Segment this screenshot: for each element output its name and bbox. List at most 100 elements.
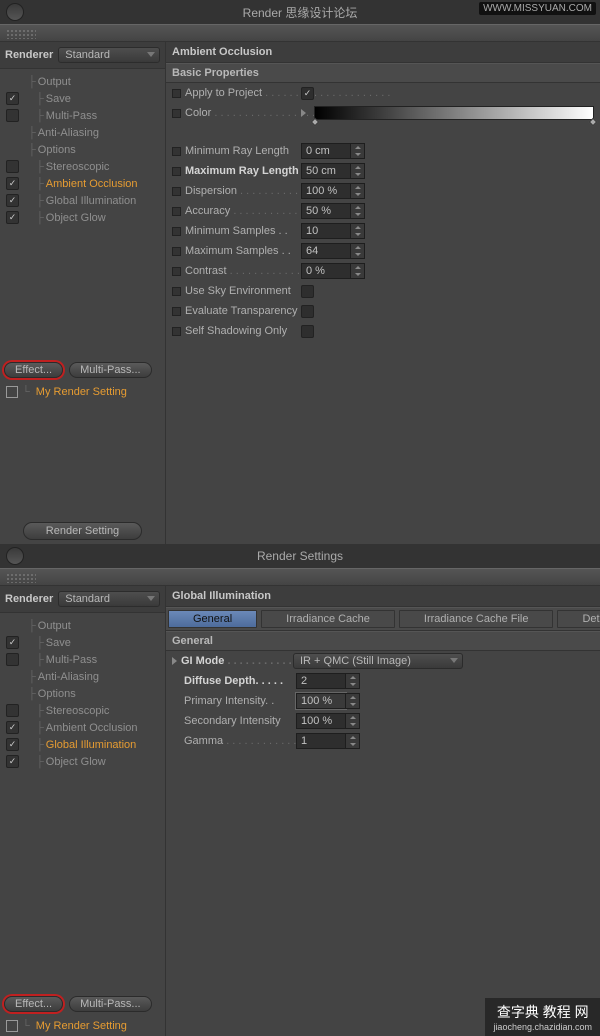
multipass-button[interactable]: Multi-Pass...	[69, 996, 152, 1012]
content: Global Illumination GeneralIrradiance Ca…	[165, 586, 600, 1036]
spinner-arrows[interactable]	[351, 143, 365, 159]
tree-row[interactable]: ├Object Glow	[2, 209, 163, 226]
eval-trans-checkbox[interactable]	[301, 305, 314, 318]
tree-checkbox[interactable]	[6, 738, 19, 751]
max-ray-input[interactable]	[301, 163, 351, 179]
tree-row[interactable]: ├Object Glow	[2, 753, 163, 770]
tree-row[interactable]: ├Options	[2, 685, 163, 702]
tree-label: Global Illumination	[46, 195, 137, 207]
secondary-intensity-input[interactable]	[296, 713, 346, 729]
preset-row[interactable]: └ My Render Setting	[0, 1016, 165, 1036]
chevron-down-icon	[450, 658, 458, 663]
tree-row[interactable]: ├Multi-Pass	[2, 651, 163, 668]
spinner-arrows[interactable]	[351, 183, 365, 199]
dispersion-input[interactable]	[301, 183, 351, 199]
tree-row[interactable]: ├Stereoscopic	[2, 158, 163, 175]
spinner-arrows[interactable]	[346, 733, 360, 749]
contrast-input[interactable]	[301, 263, 351, 279]
branding-text: WWW.MISSYUAN.COM	[479, 2, 596, 15]
renderer-select[interactable]: Standard	[58, 591, 160, 607]
use-sky-checkbox[interactable]	[301, 285, 314, 298]
gamma-input[interactable]	[296, 733, 346, 749]
tree-row[interactable]: ├Output	[2, 73, 163, 90]
renderer-select[interactable]: Standard	[58, 47, 160, 63]
content: Ambient Occlusion Basic Properties Apply…	[165, 42, 600, 546]
tab-details[interactable]: Details	[557, 610, 600, 628]
tree-label: Multi-Pass	[46, 654, 97, 666]
param-toggle[interactable]	[172, 207, 181, 216]
gi-mode-select[interactable]: IR + QMC (Still Image)	[293, 653, 463, 669]
param-toggle[interactable]	[172, 167, 181, 176]
tree-checkbox[interactable]	[6, 194, 19, 207]
tab-irradiance-cache[interactable]: Irradiance Cache	[261, 610, 395, 628]
eval-trans-label: Evaluate Transparency	[185, 305, 301, 317]
tree-checkbox[interactable]	[6, 211, 19, 224]
tree-checkbox[interactable]	[6, 92, 19, 105]
tree-row[interactable]: ├Global Illumination	[2, 192, 163, 209]
tree-row[interactable]: ├Global Illumination	[2, 736, 163, 753]
spinner-arrows[interactable]	[346, 673, 360, 689]
tree-row[interactable]: ├Save	[2, 634, 163, 651]
app-icon	[6, 3, 24, 21]
gripbar[interactable]	[0, 24, 600, 42]
tree-label: Output	[38, 76, 71, 88]
effect-button[interactable]: Effect...	[4, 362, 63, 378]
param-toggle[interactable]	[172, 187, 181, 196]
preset-icon	[6, 386, 18, 398]
tree-row[interactable]: ├Anti-Aliasing	[2, 124, 163, 141]
tree-label: Ambient Occlusion	[46, 722, 138, 734]
min-ray-input[interactable]	[301, 143, 351, 159]
tree-checkbox[interactable]	[6, 755, 19, 768]
param-toggle[interactable]	[172, 327, 181, 336]
param-toggle[interactable]	[172, 247, 181, 256]
self-shadow-label: Self Shadowing Only	[185, 325, 301, 337]
tree-row[interactable]: ├Stereoscopic	[2, 702, 163, 719]
tree-checkbox[interactable]	[6, 109, 19, 122]
spinner-arrows[interactable]	[351, 163, 365, 179]
tree-row[interactable]: ├Options	[2, 141, 163, 158]
tree-row[interactable]: ├Ambient Occlusion	[2, 175, 163, 192]
spinner-arrows[interactable]	[346, 693, 360, 709]
tree-checkbox[interactable]	[6, 177, 19, 190]
tree-checkbox[interactable]	[6, 721, 19, 734]
accuracy-input[interactable]	[301, 203, 351, 219]
param-toggle[interactable]	[172, 287, 181, 296]
apply-to-project-checkbox[interactable]	[301, 87, 314, 100]
gripbar[interactable]	[0, 568, 600, 586]
spinner-arrows[interactable]	[351, 263, 365, 279]
param-toggle[interactable]	[172, 109, 181, 118]
gamma-label: Gamma	[184, 735, 296, 747]
min-samples-input[interactable]	[301, 223, 351, 239]
color-gradient[interactable]	[314, 106, 594, 120]
render-setting-button[interactable]: Render Setting	[23, 522, 142, 540]
tree-checkbox[interactable]	[6, 636, 19, 649]
spinner-arrows[interactable]	[351, 223, 365, 239]
expander-icon[interactable]	[172, 657, 177, 665]
spinner-arrows[interactable]	[351, 203, 365, 219]
tree-checkbox[interactable]	[6, 653, 19, 666]
effect-button[interactable]: Effect...	[4, 996, 63, 1012]
tree-row[interactable]: ├Anti-Aliasing	[2, 668, 163, 685]
tab-irradiance-cache-file[interactable]: Irradiance Cache File	[399, 610, 554, 628]
tree-row[interactable]: ├Ambient Occlusion	[2, 719, 163, 736]
tab-general[interactable]: General	[168, 610, 257, 628]
tree-row[interactable]: ├Multi-Pass	[2, 107, 163, 124]
tree-checkbox[interactable]	[6, 704, 19, 717]
preset-row[interactable]: └ My Render Setting	[0, 382, 165, 402]
param-toggle[interactable]	[172, 307, 181, 316]
param-toggle[interactable]	[172, 267, 181, 276]
param-toggle[interactable]	[172, 147, 181, 156]
param-toggle[interactable]	[172, 227, 181, 236]
tree-row[interactable]: ├Save	[2, 90, 163, 107]
spinner-arrows[interactable]	[346, 713, 360, 729]
expander-icon[interactable]	[301, 109, 306, 117]
param-toggle[interactable]	[172, 89, 181, 98]
primary-intensity-input[interactable]	[296, 693, 346, 709]
max-samples-input[interactable]	[301, 243, 351, 259]
multipass-button[interactable]: Multi-Pass...	[69, 362, 152, 378]
spinner-arrows[interactable]	[351, 243, 365, 259]
self-shadow-checkbox[interactable]	[301, 325, 314, 338]
tree-row[interactable]: ├Output	[2, 617, 163, 634]
tree-checkbox[interactable]	[6, 160, 19, 173]
diffuse-depth-input[interactable]	[296, 673, 346, 689]
